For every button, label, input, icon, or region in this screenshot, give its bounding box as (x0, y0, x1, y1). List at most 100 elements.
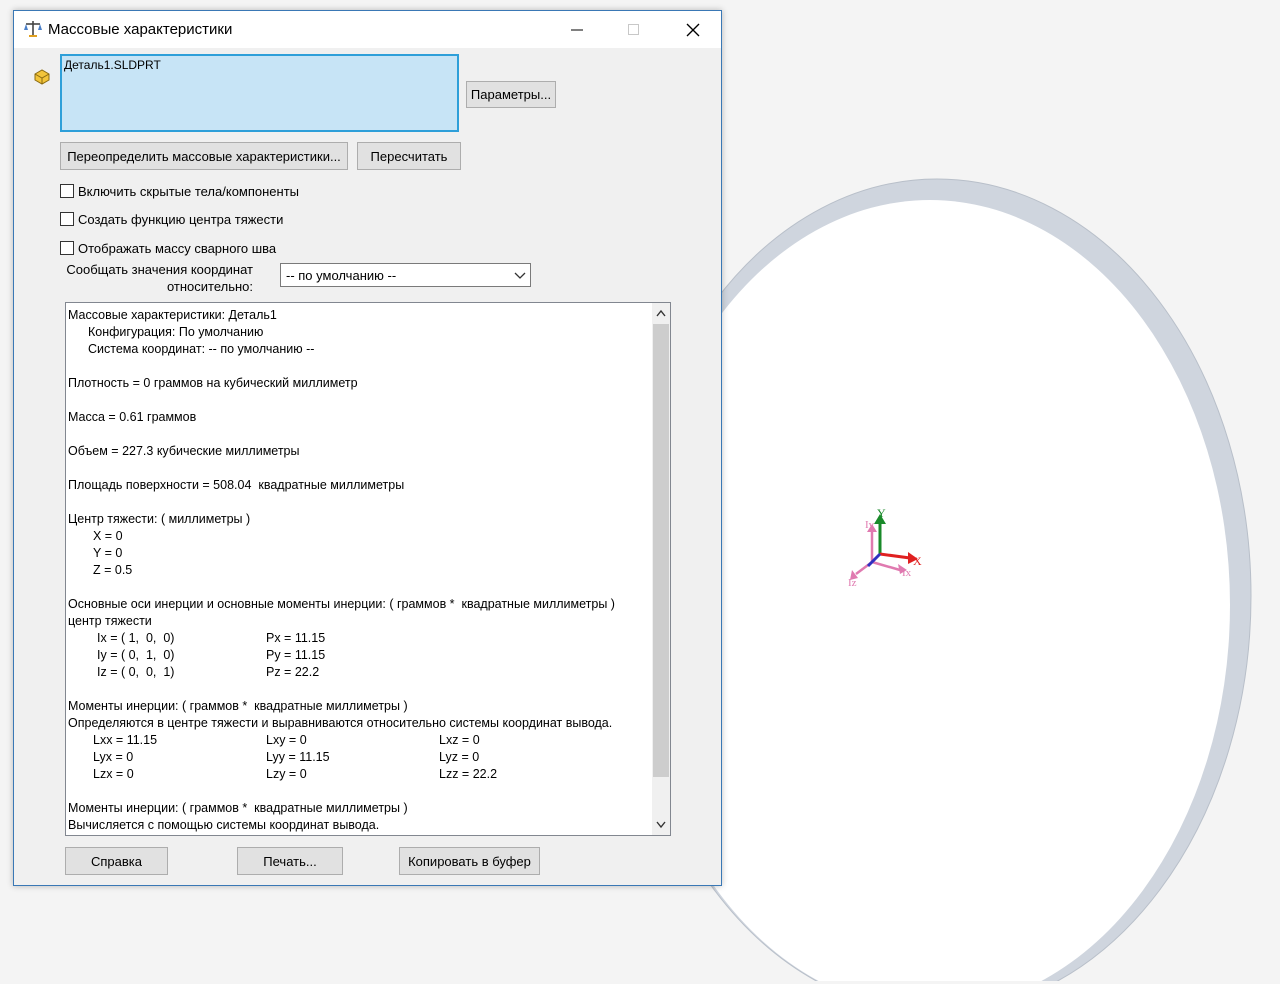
results-text-area[interactable]: Массовые характеристики: Деталь1 Конфигур… (65, 302, 671, 836)
include-hidden-bodies-checkbox[interactable] (60, 184, 74, 198)
result-cell: Ixy = 0 (266, 834, 303, 835)
minimize-button[interactable] (554, 11, 600, 48)
result-cell: Lyz = 0 (439, 750, 480, 764)
result-cell: Плотность = 0 граммов на кубический милл… (68, 376, 358, 390)
copy-to-clipboard-button[interactable]: Копировать в буфер (399, 847, 540, 875)
result-line: Центр тяжести: ( миллиметры ) (68, 511, 648, 528)
result-line (68, 460, 648, 477)
result-cell: Масса = 0.61 граммов (68, 410, 197, 424)
part-icon (34, 69, 50, 85)
result-line: Плотность = 0 граммов на кубический милл… (68, 375, 648, 392)
override-mass-properties-button[interactable]: Переопределить массовые характеристики..… (60, 142, 348, 170)
coordinate-label-line1: Сообщать значения координат (66, 262, 253, 277)
maximize-icon (628, 23, 639, 35)
result-cell: Площадь поверхности = 508.04 квадратные … (68, 478, 405, 492)
close-button[interactable] (670, 11, 716, 48)
result-cell: Iz = ( 0, 0, 1) (97, 665, 175, 679)
result-cell: Массовые характеристики: Деталь1 (68, 308, 277, 322)
result-line: Ix = ( 1, 0, 0) Px = 11.15 (68, 630, 648, 647)
result-cell: Вычисляется с помощью системы координат … (68, 818, 380, 832)
result-cell: Основные оси инерции и основные моменты … (68, 597, 615, 611)
result-line (68, 358, 648, 375)
coordinate-system-select[interactable]: -- по умолчанию -- (280, 263, 531, 287)
chevron-down-icon (656, 821, 666, 829)
principal-iz-label: Iz (848, 577, 857, 589)
result-line: центр тяжести (68, 613, 648, 630)
result-line: Z = 0.5 (68, 562, 648, 579)
results-scrollbar[interactable] (652, 303, 670, 835)
print-button[interactable]: Печать... (237, 847, 343, 875)
result-line: Y = 0 (68, 545, 648, 562)
selected-items-box[interactable]: Деталь1.SLDPRT (60, 54, 459, 132)
result-line: Моменты инерции: ( граммов * квадратные … (68, 800, 648, 817)
result-cell: Iy = ( 0, 1, 0) (97, 648, 175, 662)
triad-y-label: Y (877, 506, 886, 520)
results-lines: Массовые характеристики: Деталь1 Конфигур… (68, 307, 648, 835)
create-cog-feature-row[interactable]: Создать функцию центра тяжести (60, 210, 283, 228)
chevron-down-icon (514, 272, 526, 279)
result-cell: Конфигурация: По умолчанию (88, 325, 264, 339)
create-cog-feature-label: Создать функцию центра тяжести (78, 211, 284, 227)
result-cell: Ixx = 11.3 (93, 834, 147, 835)
result-cell: X = 0 (93, 529, 123, 543)
result-line (68, 783, 648, 800)
result-cell: Центр тяжести: ( миллиметры ) (68, 512, 251, 526)
include-hidden-bodies-label: Включить скрытые тела/компоненты (78, 183, 300, 199)
principal-ix-label: Ix (902, 567, 912, 579)
principal-iy-label: Iy (865, 519, 875, 531)
result-line: Объем = 227.3 кубические миллиметры (68, 443, 648, 460)
result-cell: Lzy = 0 (266, 767, 307, 781)
result-cell: Ix = ( 1, 0, 0) (97, 631, 175, 645)
maximize-button (611, 11, 657, 48)
result-cell: центр тяжести (68, 614, 152, 628)
minimize-icon (571, 29, 583, 30)
result-cell: Lyx = 0 (93, 750, 134, 764)
result-cell: Ixz = 0 (439, 834, 476, 835)
recalculate-button[interactable]: Пересчитать (357, 142, 461, 170)
result-cell: Lxx = 11.15 (93, 733, 158, 747)
result-line: Вычисляется с помощью системы координат … (68, 817, 648, 834)
result-line: Определяются в центре тяжести и выравнив… (68, 715, 648, 732)
scroll-thumb[interactable] (653, 324, 669, 777)
result-cell: Py = 11.15 (266, 648, 326, 662)
result-cell: Lzx = 0 (93, 767, 134, 781)
result-line: Lxx = 11.15 Lxy = 0 Lxz = 0 (68, 732, 648, 749)
coordinate-system-value: -- по умолчанию -- (286, 268, 397, 283)
selected-item[interactable]: Деталь1.SLDPRT (64, 58, 161, 72)
result-cell: Z = 0.5 (93, 563, 133, 577)
title-bar[interactable]: Массовые характеристики (14, 11, 721, 48)
mass-properties-dialog: Массовые характеристики Деталь1.SLDPRT П… (13, 10, 722, 886)
coordinate-label-line2: относительно: (166, 279, 253, 294)
options-button[interactable]: Параметры... (466, 81, 556, 108)
result-cell: Y = 0 (93, 546, 123, 560)
create-cog-feature-checkbox[interactable] (60, 212, 74, 226)
help-button[interactable]: Справка (65, 847, 168, 875)
result-line: Площадь поверхности = 508.04 квадратные … (68, 477, 648, 494)
result-line (68, 426, 648, 443)
result-cell: Объем = 227.3 кубические миллиметры (68, 444, 300, 458)
result-line: Моменты инерции: ( граммов * квадратные … (68, 698, 648, 715)
result-cell: Pz = 22.2 (266, 665, 320, 679)
result-line: Конфигурация: По умолчанию (68, 324, 648, 341)
result-cell: Lzz = 22.2 (439, 767, 498, 781)
result-cell: Моменты инерции: ( граммов * квадратные … (68, 801, 408, 815)
close-icon (686, 23, 700, 36)
scroll-down-button[interactable] (652, 815, 670, 835)
result-line: Lzx = 0 Lzy = 0 Lzz = 22.2 (68, 766, 648, 783)
result-line: Массовые характеристики: Деталь1 (68, 307, 648, 324)
result-line: Ixx = 11.3 Ixy = 0 Ixz = 0 (68, 834, 648, 835)
result-cell: Моменты инерции: ( граммов * квадратные … (68, 699, 408, 713)
result-cell: Px = 11.15 (266, 631, 326, 645)
result-line: X = 0 (68, 528, 648, 545)
result-line (68, 392, 648, 409)
include-hidden-bodies-row[interactable]: Включить скрытые тела/компоненты (60, 182, 299, 200)
scroll-up-button[interactable] (652, 303, 670, 323)
show-weld-mass-row[interactable]: Отображать массу сварного шва (60, 239, 276, 257)
result-line: Основные оси инерции и основные моменты … (68, 596, 648, 613)
triad-x-label: X (913, 554, 922, 568)
show-weld-mass-checkbox[interactable] (60, 241, 74, 255)
result-cell: Lyy = 11.15 (266, 750, 330, 764)
result-line: Система координат: -- по умолчанию -- (68, 341, 648, 358)
show-weld-mass-label: Отображать массу сварного шва (78, 240, 277, 256)
result-line: Lyx = 0 Lyy = 11.15 Lyz = 0 (68, 749, 648, 766)
